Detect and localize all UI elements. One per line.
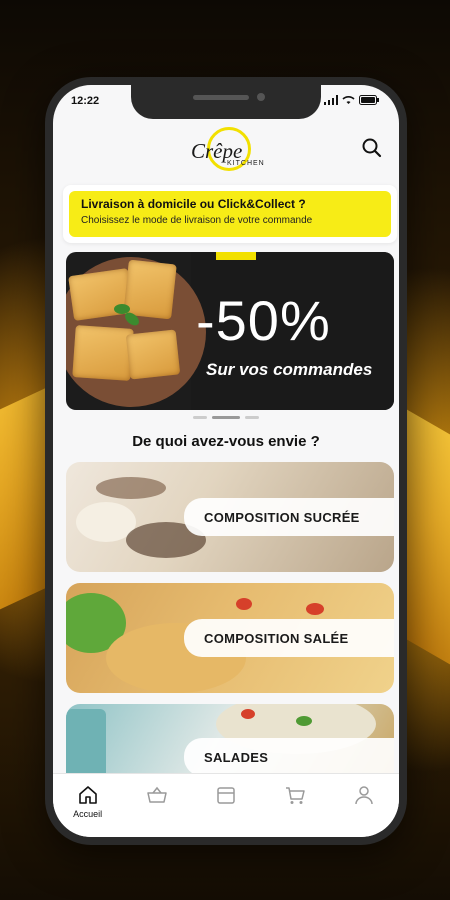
carousel-dot-active[interactable] bbox=[212, 416, 240, 419]
brand-logo[interactable]: Crêpe KITCHEN bbox=[189, 127, 275, 179]
cart-icon bbox=[286, 787, 305, 804]
herb-leaf-image bbox=[296, 716, 312, 726]
home-icon bbox=[78, 786, 97, 804]
carousel-indicator bbox=[53, 416, 399, 419]
tomato-image bbox=[236, 598, 252, 610]
category-card-sucree[interactable]: COMPOSITION SUCRÉE bbox=[66, 462, 394, 572]
banner-accent-strip bbox=[216, 252, 256, 260]
phone-notch bbox=[131, 85, 321, 119]
user-icon bbox=[355, 786, 374, 805]
delivery-subtitle: Choisissez le mode de livraison de votre… bbox=[81, 215, 313, 226]
category-label: COMPOSITION SALÉE bbox=[184, 619, 394, 657]
search-icon[interactable] bbox=[361, 137, 383, 159]
delivery-mode-banner[interactable]: Livraison à domicile ou Click&Collect ? … bbox=[69, 191, 391, 237]
category-label: COMPOSITION SUCRÉE bbox=[184, 498, 394, 536]
tab-accueil[interactable]: Accueil bbox=[63, 784, 113, 819]
phone-frame: 12:22 Crêpe KITCHEN Livraison à domicile… bbox=[45, 77, 407, 845]
tab-cart[interactable] bbox=[270, 784, 320, 806]
tab-basket[interactable] bbox=[132, 784, 182, 806]
app-screen: 12:22 Crêpe KITCHEN Livraison à domicile… bbox=[53, 85, 399, 837]
carousel-dot[interactable] bbox=[245, 416, 259, 419]
delivery-title: Livraison à domicile ou Click&Collect ? bbox=[81, 197, 306, 211]
dessert-image bbox=[96, 477, 166, 499]
delivery-mode-card[interactable]: Livraison à domicile ou Click&Collect ? … bbox=[63, 185, 397, 243]
status-time: 12:22 bbox=[71, 95, 100, 107]
speaker bbox=[193, 95, 249, 100]
camera bbox=[257, 93, 265, 101]
section-title: De quoi avez-vous envie ? bbox=[132, 433, 320, 450]
tomato-image bbox=[306, 603, 324, 615]
tab-label: Accueil bbox=[73, 809, 103, 819]
battery-icon bbox=[359, 95, 379, 105]
store-icon bbox=[217, 787, 235, 804]
bottom-tab-bar: Accueil bbox=[53, 773, 399, 837]
status-icons bbox=[324, 95, 379, 105]
wifi-icon bbox=[342, 96, 355, 104]
category-label: SALADES bbox=[184, 738, 394, 776]
app-header: Crêpe KITCHEN bbox=[53, 121, 399, 181]
tab-account[interactable] bbox=[339, 784, 389, 806]
crepe-image bbox=[125, 329, 181, 380]
promo-discount: -50% bbox=[196, 289, 331, 352]
crepe-image bbox=[123, 259, 177, 320]
basket-icon bbox=[147, 786, 167, 803]
crepe-image bbox=[72, 325, 134, 381]
category-card-salee[interactable]: COMPOSITION SALÉE bbox=[66, 583, 394, 693]
brand-sub: KITCHEN bbox=[227, 160, 265, 167]
signal-icon bbox=[324, 95, 338, 105]
promo-tagline: Sur vos commandes bbox=[206, 360, 373, 379]
tomato-image bbox=[241, 709, 255, 719]
carousel-dot[interactable] bbox=[193, 416, 207, 419]
promo-banner[interactable]: -50% Sur vos commandes bbox=[66, 252, 394, 410]
tab-store[interactable] bbox=[201, 784, 251, 806]
